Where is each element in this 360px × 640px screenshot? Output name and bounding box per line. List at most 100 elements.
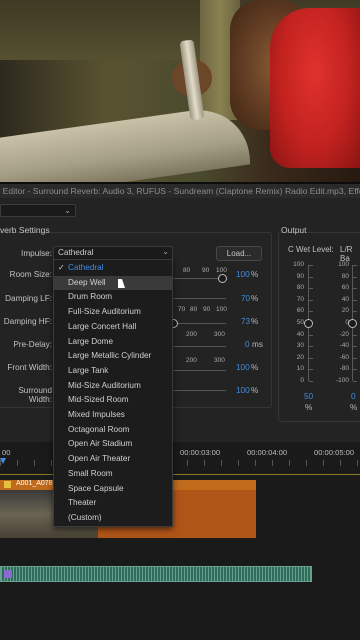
checkmark-icon: ✓ [58,263,65,272]
scale-tick [353,381,357,382]
pre-delay-slider[interactable] [172,346,226,347]
damping-lf-slider[interactable] [172,298,226,299]
scale-tick [309,369,313,371]
menu-item[interactable]: Theater [54,496,172,511]
scale-label: -40 [339,342,349,350]
damping-hf-slider[interactable] [172,323,226,324]
menu-item[interactable]: Large Dome [54,335,172,350]
scale-label: 40 [341,295,349,303]
scale-label: 60 [296,307,304,315]
lr-balance-knob[interactable] [348,319,357,328]
lr-balance-unit: % [350,403,358,412]
timecode-label: 00 [2,448,11,457]
scale-label: 50 [296,319,304,326]
scale-tick [309,265,313,266]
surround-width-slider[interactable] [172,390,226,391]
scale-label: 90 [202,267,210,274]
wet-level-label: C Wet Level: [288,245,334,254]
clip-name: A001_A078_ [16,480,57,487]
menu-item[interactable]: Large Metallic Cylinder [54,349,172,364]
pre-delay-label: Pre-Delay: [13,340,52,349]
scale-label: 100 [293,261,304,268]
wet-level-knob[interactable] [304,319,313,328]
scale-label: 80 [190,306,198,313]
scale-tick [309,357,313,359]
scale-label: 300 [214,331,225,338]
scale-label: 80 [341,272,349,280]
room-size-value[interactable]: 100 [236,270,250,279]
scale-tick [309,311,313,313]
scale-label: 90 [203,306,211,313]
chevron-down-icon: ⌄ [64,206,71,215]
playhead-icon[interactable] [0,458,6,464]
damping-hf-unit: % [251,317,259,326]
menu-item[interactable]: Mid-Size Auditorium [54,379,172,394]
effect-editor-titlebar: x Editor - Surround Reverb: Audio 3, RUF… [0,184,360,198]
scale-label: 20 [296,353,304,361]
pre-delay-unit: ms [252,340,263,349]
timecode-label: 00:00:04:00 [247,448,288,457]
scale-label: 100 [216,267,227,274]
wet-level-value[interactable]: 50 [304,392,313,401]
pre-delay-value[interactable]: 0 [245,340,250,349]
menu-item[interactable]: Small Room [54,467,172,482]
scale-tick [309,346,313,348]
output-header: Output [281,225,307,235]
menu-item[interactable]: Space Capsule [54,482,172,497]
scale-tick [353,299,357,301]
scale-tick [353,346,357,348]
scale-label: 30 [296,342,304,350]
scale-label: -60 [339,353,349,361]
scale-tick [353,369,357,371]
timecode-label: 00:00:05:00 [314,448,355,457]
menu-item[interactable]: Full-Size Auditorium [54,305,172,320]
preview-legs [0,102,250,182]
menu-item[interactable]: Large Concert Hall [54,320,172,335]
scale-label: 10 [296,365,304,373]
preset-dropdown[interactable]: ⌄ [0,204,76,217]
menu-item[interactable]: Deep Well [54,275,172,291]
scale-tick [353,265,357,266]
front-width-unit: % [251,363,259,372]
menu-item[interactable]: Open Air Stadium [54,437,172,452]
scale-tick [353,276,357,278]
scale-label: 200 [186,357,197,364]
scale-label: 70 [296,295,304,303]
scale-label: 80 [183,267,191,274]
room-size-label: Room Size: [9,270,52,279]
wet-level-unit: % [305,403,313,412]
room-size-knob[interactable] [218,274,227,283]
load-button[interactable]: Load... [216,246,262,261]
scale-label: 90 [296,272,304,280]
scale-tick [353,288,357,290]
surround-width-value[interactable]: 100 [236,386,250,395]
scale-label: 60 [341,284,349,292]
menu-item[interactable]: Large Tank [54,364,172,379]
scale-tick [309,288,313,290]
menu-item[interactable]: Mixed Impulses [54,408,172,423]
menu-item[interactable]: Octagonal Room [54,423,172,438]
surround-width-label: Surround Width: [18,386,52,404]
impulse-dropdown[interactable]: Cathedral ⌄ [53,246,173,260]
preview-red-shirt [270,8,360,168]
menu-item[interactable]: Cathedral ✓ [54,261,172,276]
reverb-settings-header: verb Settings [0,225,50,235]
scale-tick [353,311,357,313]
front-width-slider[interactable] [172,370,226,371]
menu-item[interactable]: Mid-Sized Room [54,393,172,408]
damping-hf-value[interactable]: 73 [241,317,250,326]
menu-item[interactable]: (Custom) [54,511,172,526]
scale-tick [353,357,357,359]
damping-lf-value[interactable]: 70 [241,294,250,303]
scale-label: 40 [296,330,304,338]
front-width-value[interactable]: 100 [236,363,250,372]
fx-badge-icon [4,481,11,488]
lr-balance-value[interactable]: 0 [351,392,356,401]
chevron-down-icon: ⌄ [162,247,169,256]
menu-item[interactable]: Drum Room [54,290,172,305]
menu-item[interactable]: Open Air Theater [54,452,172,467]
scale-label: -100 [335,377,349,384]
audio-clip[interactable] [0,566,312,582]
scale-tick [309,276,313,278]
video-preview [0,0,360,182]
